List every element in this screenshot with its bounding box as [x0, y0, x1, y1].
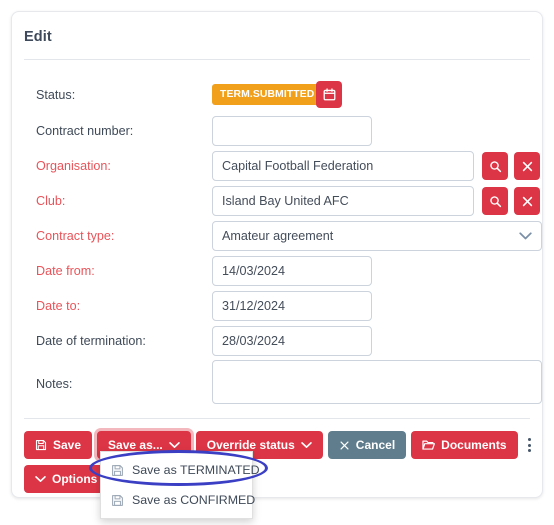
- form-row-date-from: Date from:: [24, 256, 532, 286]
- secondary-toolbar: Options: [24, 465, 109, 493]
- folder-icon: [422, 439, 436, 451]
- close-icon: [339, 440, 350, 451]
- form-row-club: Club:: [24, 186, 540, 216]
- menu-item-label: Save as TERMINATED: [132, 463, 260, 477]
- floppy-save-icon: [35, 439, 47, 451]
- options-button[interactable]: Options: [24, 465, 109, 493]
- override-status-button-label: Override status: [206, 438, 295, 452]
- save-as-button-label: Save as...: [108, 438, 163, 452]
- date-to-input[interactable]: [212, 291, 372, 321]
- club-clear-button[interactable]: [514, 187, 540, 215]
- organisation-search-button[interactable]: [482, 152, 508, 180]
- label-contract-number: Contract number:: [36, 124, 134, 138]
- documents-button-label: Documents: [441, 438, 507, 452]
- club-search-button[interactable]: [482, 187, 508, 215]
- search-icon: [489, 160, 502, 173]
- label-date-of-termination: Date of termination:: [36, 334, 146, 348]
- label-date-from: Date from:: [36, 264, 95, 278]
- save-button[interactable]: Save: [24, 431, 93, 459]
- close-icon: [521, 195, 534, 208]
- label-club: Club:: [36, 194, 66, 208]
- form-row-date-to: Date to:: [24, 291, 532, 321]
- documents-button[interactable]: Documents: [411, 431, 518, 459]
- chevron-down-icon: [168, 441, 180, 449]
- floppy-save-icon: [111, 494, 124, 507]
- calendar-icon: [323, 88, 336, 101]
- form-row-contract-type: Contract type: Amateur agreement: [24, 221, 542, 251]
- contract-type-select[interactable]: Amateur agreement: [212, 221, 542, 251]
- search-icon: [489, 195, 502, 208]
- form-row-notes: Notes:: [24, 360, 542, 408]
- notes-textarea[interactable]: [212, 360, 542, 404]
- kebab-dot: [528, 443, 531, 447]
- header-divider: [24, 59, 530, 60]
- form-row-status: Status: TERM.SUBMITTED: [24, 80, 532, 110]
- label-notes: Notes:: [36, 377, 73, 391]
- cancel-button-label: Cancel: [355, 438, 396, 452]
- page-title: Edit: [24, 29, 52, 45]
- floppy-save-icon: [111, 464, 124, 477]
- club-input[interactable]: [212, 186, 474, 216]
- form-row-organisation: Organisation:: [24, 151, 540, 181]
- club-control: [212, 186, 542, 216]
- cancel-button[interactable]: Cancel: [327, 431, 407, 459]
- status-control: TERM.SUBMITTED: [212, 80, 412, 110]
- label-date-to: Date to:: [36, 299, 81, 313]
- date-of-termination-input[interactable]: [212, 326, 372, 356]
- date-from-control: [212, 256, 372, 286]
- label-contract-type: Contract type:: [36, 229, 115, 243]
- chevron-down-icon: [519, 232, 532, 241]
- more-options-button[interactable]: [522, 431, 538, 459]
- date-from-input[interactable]: [212, 256, 372, 286]
- close-icon: [521, 160, 534, 173]
- date-of-termination-control: [212, 326, 372, 356]
- status-badge: TERM.SUBMITTED: [212, 84, 323, 105]
- form-row-contract-number: Contract number:: [24, 116, 532, 146]
- chevron-down-icon: [35, 475, 46, 483]
- save-button-label: Save: [53, 438, 82, 452]
- contract-number-input[interactable]: [212, 116, 372, 146]
- form-row-date-of-termination: Date of termination:: [24, 326, 532, 356]
- footer-divider: [24, 418, 530, 419]
- label-status: Status:: [36, 88, 76, 102]
- organisation-input[interactable]: [212, 151, 474, 181]
- contract-number-control: [212, 116, 372, 146]
- menu-item-save-as-confirmed[interactable]: Save as CONFIRMED: [101, 485, 256, 515]
- options-button-label: Options: [52, 472, 98, 486]
- menu-item-save-as-terminated[interactable]: Save as TERMINATED: [101, 455, 260, 485]
- kebab-dot: [528, 449, 531, 452]
- notes-control: [212, 360, 542, 409]
- label-organisation: Organisation:: [36, 159, 111, 173]
- screenshot-root: Edit Status: TERM.SUBMITTED Contract num…: [0, 0, 554, 525]
- contract-type-value: Amateur agreement: [222, 229, 334, 243]
- chevron-down-icon: [301, 441, 312, 449]
- organisation-clear-button[interactable]: [514, 152, 540, 180]
- menu-item-label: Save as CONFIRMED: [132, 493, 256, 507]
- organisation-control: [212, 151, 542, 181]
- contract-type-control: Amateur agreement: [212, 221, 542, 251]
- kebab-dot: [528, 438, 531, 441]
- edit-card: Edit Status: TERM.SUBMITTED Contract num…: [11, 11, 543, 498]
- calendar-button[interactable]: [316, 81, 342, 108]
- date-to-control: [212, 291, 372, 321]
- save-as-dropdown-menu: Save as TERMINATED Save as CONFIRMED: [100, 451, 260, 519]
